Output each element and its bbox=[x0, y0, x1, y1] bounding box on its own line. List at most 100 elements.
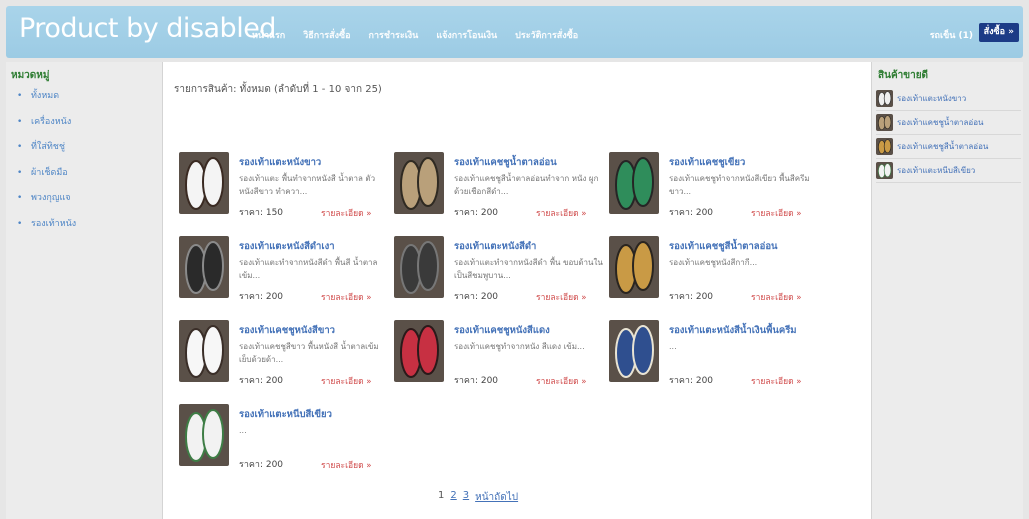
main-nav: หน้าแรก วิธีการสั่งซื้อ การชำระเงิน แจ้ง… bbox=[252, 28, 596, 42]
product-name[interactable]: รองเท้าแตะหนีบสีเขียว bbox=[239, 406, 389, 423]
product-details-link[interactable]: รายละเอียด » bbox=[321, 374, 372, 388]
cart-link[interactable]: รถเข็น (1) bbox=[930, 28, 973, 42]
product-name[interactable]: รองเท้าแคชชูเขียว bbox=[669, 154, 819, 171]
bestseller-label: รองเท้าแคชชูสีน้ำตาลอ่อน bbox=[897, 142, 989, 151]
product-name[interactable]: รองเท้าแตะหนังสีน้ำเงินพื้นครีม bbox=[669, 322, 819, 339]
product-price: ราคา: 200 bbox=[669, 376, 714, 386]
product-image[interactable] bbox=[394, 152, 444, 214]
product-details-link[interactable]: รายละเอียด » bbox=[321, 206, 372, 220]
category-list: • ทั้งหมด • เครื่องหนัง • ที่ใส่ทิชชู่ • ผ้า… bbox=[6, 87, 162, 240]
product-description: รองเท้าแคชชูสีน้ำตาลอ่อนทำจาก หนัง ผูกด้… bbox=[454, 174, 599, 196]
product-card: รองเท้าแตะหนีบสีเขียว... ราคา: 200 รายละเอ… bbox=[179, 404, 389, 484]
product-name[interactable]: รองเท้าแคชชูสีน้ำตาลอ่อน bbox=[669, 238, 819, 255]
category-label: ผ้าเช็ดมือ bbox=[31, 167, 68, 178]
page-link-3[interactable]: 3 bbox=[463, 490, 469, 505]
bestseller-heading: สินค้าขายดี bbox=[878, 70, 929, 81]
bestseller-item[interactable]: รองเท้าแคชชูสีน้ำตาลอ่อน bbox=[876, 135, 1021, 159]
product-name[interactable]: รองเท้าแคชชูน้ำตาลอ่อน bbox=[454, 154, 604, 171]
product-card: รองเท้าแคชชูสีน้ำตาลอ่อนรองเท้าแคชชูหนัง… bbox=[609, 236, 819, 316]
product-name[interactable]: รองเท้าแตะหนังสีดำ bbox=[454, 238, 604, 255]
product-name[interactable]: รองเท้าแคชชูหนังสีแดง bbox=[454, 322, 604, 339]
category-label: ทั้งหมด bbox=[31, 91, 60, 101]
bestseller-thumbnail bbox=[876, 162, 893, 179]
product-price: ราคา: 200 bbox=[669, 292, 714, 302]
product-image[interactable] bbox=[179, 320, 229, 382]
nav-home[interactable]: หน้าแรก bbox=[252, 28, 285, 42]
category-item-tissue-holder[interactable]: • ที่ใส่ทิชชู่ bbox=[17, 138, 162, 164]
bestseller-sidebar: สินค้าขายดี รองเท้าแตะหนังขาวรองเท้าแคชช… bbox=[871, 62, 1023, 519]
page-current: 1 bbox=[438, 490, 445, 501]
bestseller-thumbnail bbox=[876, 90, 893, 107]
product-details-link[interactable]: รายละเอียด » bbox=[751, 206, 802, 220]
product-description: รองเท้าแคชชูหนังสีกากี... bbox=[669, 258, 758, 267]
product-price: ราคา: 200 bbox=[454, 208, 499, 218]
category-label: ที่ใส่ทิชชู่ bbox=[31, 142, 65, 152]
bestseller-label: รองเท้าแคชชูน้ำตาลอ่อน bbox=[897, 118, 984, 127]
category-item-leather-shoes[interactable]: • รองเท้าหนัง bbox=[17, 215, 162, 241]
product-details-link[interactable]: รายละเอียด » bbox=[751, 374, 802, 388]
product-description: ... bbox=[239, 426, 247, 435]
next-page-link[interactable]: หน้าถัดไป bbox=[475, 490, 518, 505]
product-price: ราคา: 200 bbox=[239, 460, 284, 470]
product-image[interactable] bbox=[179, 152, 229, 214]
product-details-link[interactable]: รายละเอียด » bbox=[751, 290, 802, 304]
product-image[interactable] bbox=[179, 404, 229, 466]
product-price: ราคา: 200 bbox=[669, 208, 714, 218]
product-name[interactable]: รองเท้าแตะหนังขาว bbox=[239, 154, 389, 171]
nav-transfer-notice[interactable]: แจ้งการโอนเงิน bbox=[436, 28, 497, 42]
product-price: ราคา: 150 bbox=[239, 208, 284, 218]
product-details-link[interactable]: รายละเอียด » bbox=[536, 290, 587, 304]
bestseller-label: รองเท้าแตะหนังขาว bbox=[897, 94, 967, 103]
product-details-link[interactable]: รายละเอียด » bbox=[536, 374, 587, 388]
category-sidebar: หมวดหมู่ • ทั้งหมด • เครื่องหนัง • ที่ใส่ทิ… bbox=[6, 62, 163, 519]
listing-summary: รายการสินค้า: ทั้งหมด (ลำดับที่ 1 - 10 จ… bbox=[174, 84, 382, 95]
bullet-icon: • bbox=[17, 91, 23, 101]
product-description: รองเท้าแตะทำจากหนังสีดำ พื้น ขอบด้านในเป… bbox=[454, 258, 603, 280]
nav-order-history[interactable]: ประวัติการสั่งซื้อ bbox=[515, 28, 578, 42]
product-image[interactable] bbox=[179, 236, 229, 298]
category-label: เครื่องหนัง bbox=[31, 116, 72, 127]
bestseller-list: รองเท้าแตะหนังขาวรองเท้าแคชชูน้ำตาลอ่อนร… bbox=[872, 87, 1023, 183]
product-price: ราคา: 200 bbox=[239, 376, 284, 386]
category-item-towel[interactable]: • ผ้าเช็ดมือ bbox=[17, 164, 162, 190]
bullet-icon: • bbox=[17, 193, 23, 203]
product-description: รองเท้าแคชชูทำจากหนังสีเขียว พื้นสีครีมข… bbox=[669, 174, 810, 196]
product-name[interactable]: รองเท้าแตะหนังสีดำเงา bbox=[239, 238, 389, 255]
category-item-leather[interactable]: • เครื่องหนัง bbox=[17, 113, 162, 139]
bestseller-thumbnail bbox=[876, 114, 893, 131]
category-item-all[interactable]: • ทั้งหมด bbox=[17, 87, 162, 113]
bestseller-item[interactable]: รองเท้าแคชชูน้ำตาลอ่อน bbox=[876, 111, 1021, 135]
product-details-link[interactable]: รายละเอียด » bbox=[321, 290, 372, 304]
site-header: Product by disabled หน้าแรก วิธีการสั่งซ… bbox=[6, 6, 1023, 58]
bestseller-item[interactable]: รองเท้าแตะหนีบสีเขียว bbox=[876, 159, 1021, 183]
product-card: รองเท้าแตะหนังขาว รองเท้าแตะ พื้นทำจากหนั… bbox=[179, 152, 389, 232]
product-listing: รายการสินค้า: ทั้งหมด (ลำดับที่ 1 - 10 จ… bbox=[163, 62, 871, 519]
page-link-2[interactable]: 2 bbox=[450, 490, 456, 505]
bestseller-item[interactable]: รองเท้าแตะหนังขาว bbox=[876, 87, 1021, 111]
category-label: พวงกุญแจ bbox=[31, 193, 71, 203]
category-label: รองเท้าหนัง bbox=[31, 218, 77, 229]
product-description: รองเท้าแคชชูทำจากหนัง สีแดง เข้ม... bbox=[454, 342, 585, 351]
nav-payment[interactable]: การชำระเงิน bbox=[369, 28, 419, 42]
product-card: รองเท้าแคชชูหนังสีแดงรองเท้าแคชชูทำจากหน… bbox=[394, 320, 604, 400]
product-image[interactable] bbox=[609, 320, 659, 382]
product-image[interactable] bbox=[394, 236, 444, 298]
site-title[interactable]: Product by disabled bbox=[19, 13, 276, 44]
category-item-keychain[interactable]: • พวงกุญแจ bbox=[17, 189, 162, 215]
bestseller-thumbnail bbox=[876, 138, 893, 155]
product-image[interactable] bbox=[609, 236, 659, 298]
nav-how-to-order[interactable]: วิธีการสั่งซื้อ bbox=[303, 28, 350, 42]
product-name[interactable]: รองเท้าแคชชูหนังสีขาว bbox=[239, 322, 389, 339]
order-button[interactable]: สั่งซื้อ » bbox=[978, 23, 1019, 42]
product-details-link[interactable]: รายละเอียด » bbox=[321, 458, 372, 472]
product-description: ... bbox=[669, 342, 677, 351]
product-price: ราคา: 200 bbox=[454, 376, 499, 386]
product-description: รองเท้าแตะทำจากหนังสีดำ พื้นสี น้ำตาลเข้… bbox=[239, 258, 378, 280]
product-details-link[interactable]: รายละเอียด » bbox=[536, 206, 587, 220]
product-image[interactable] bbox=[394, 320, 444, 382]
product-description: รองเท้าแคชชูสีขาว พื้นหนังสี น้ำตาลเข้ม … bbox=[239, 342, 379, 364]
product-image[interactable] bbox=[609, 152, 659, 214]
product-card: รองเท้าแคชชูเขียวรองเท้าแคชชูทำจากหนังสี… bbox=[609, 152, 819, 232]
product-price: ราคา: 200 bbox=[239, 292, 284, 302]
category-heading: หมวดหมู่ bbox=[11, 70, 50, 81]
